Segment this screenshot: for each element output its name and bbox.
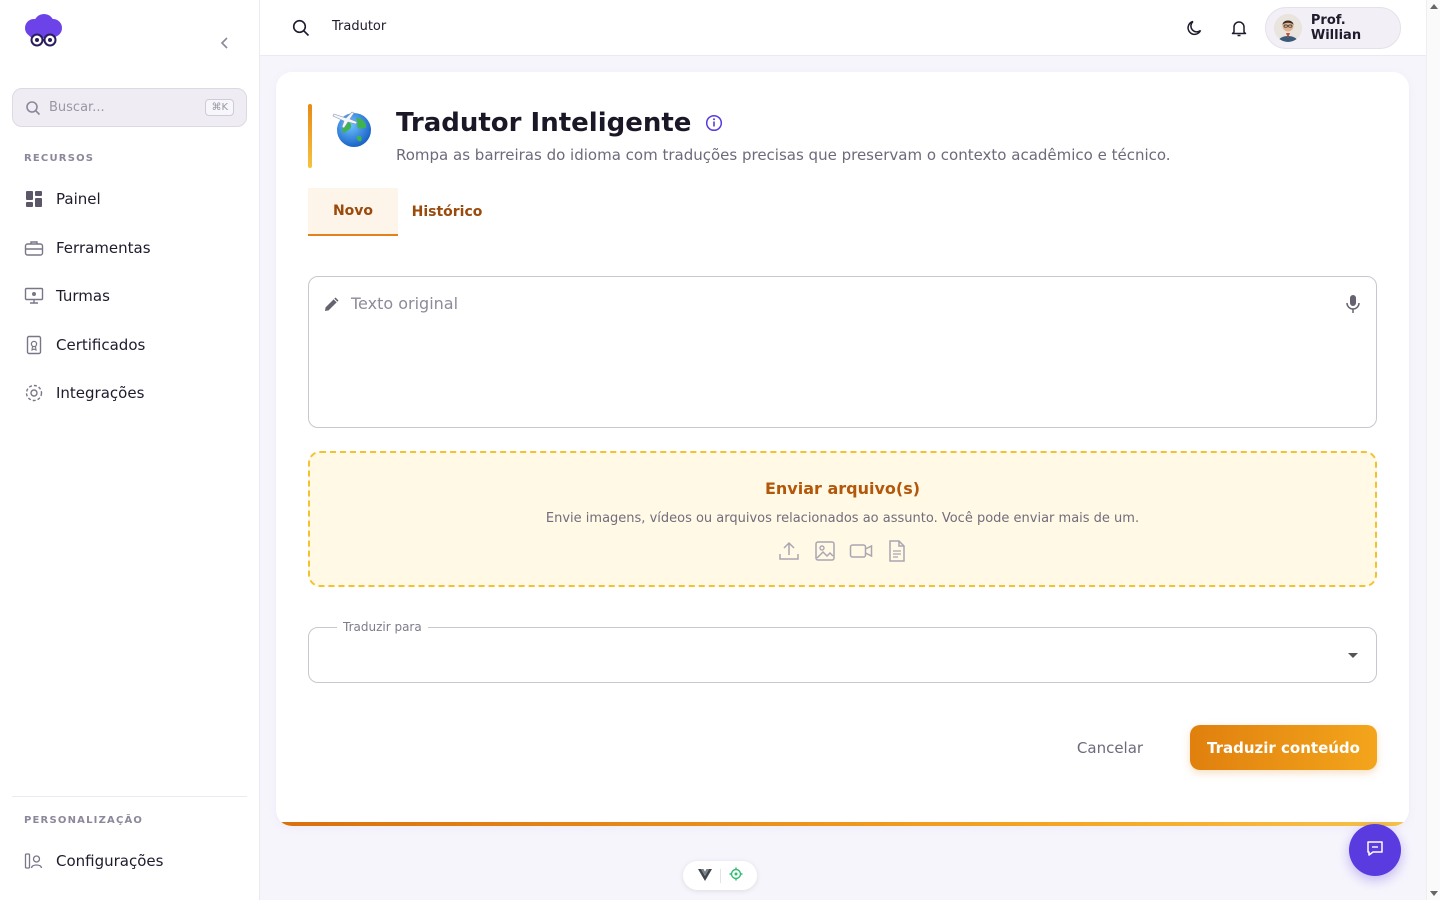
target-language-label: Traduzir para	[337, 620, 428, 634]
chat-button[interactable]	[1349, 824, 1401, 876]
search-shortcut-badge: ⌘K	[205, 99, 234, 116]
sidebar-item-certificados[interactable]: Certificados	[24, 333, 145, 357]
tab-novo[interactable]: Novo	[308, 188, 398, 236]
sidebar-divider	[12, 796, 247, 797]
sidebar-item-ferramentas[interactable]: Ferramentas	[24, 236, 151, 260]
globe-airplane-icon	[330, 104, 376, 150]
file-upload-dropzone[interactable]: Enviar arquivo(s) Envie imagens, vídeos …	[308, 451, 1377, 587]
document-icon	[885, 539, 909, 563]
classroom-icon	[24, 286, 44, 306]
vue-logo-icon[interactable]	[697, 866, 712, 885]
info-icon[interactable]	[705, 114, 723, 132]
original-text-input[interactable]: Texto original	[308, 276, 1377, 428]
page-subtitle: Rompa as barreiras do idioma com traduçõ…	[396, 146, 1171, 164]
sidebar-item-integracoes[interactable]: Integrações	[24, 381, 144, 405]
sidebar-item-painel[interactable]: Painel	[24, 187, 101, 211]
cancel-button[interactable]: Cancelar	[1048, 725, 1172, 770]
section-label-personalization: PERSONALIZAÇÃO	[24, 815, 144, 826]
user-menu[interactable]: Prof. Willian	[1265, 7, 1401, 49]
sidebar-item-label: Configurações	[56, 852, 164, 870]
upload-title: Enviar arquivo(s)	[764, 479, 921, 498]
avatar	[1274, 14, 1302, 42]
section-label-resources: RECURSOS	[24, 153, 95, 164]
sidebar-item-label: Integrações	[56, 384, 145, 402]
brand-logo-icon[interactable]	[22, 14, 64, 50]
sidebar-item-configuracoes[interactable]: Configurações	[24, 849, 163, 873]
video-camera-icon	[849, 539, 873, 563]
integrations-gear-icon	[24, 383, 44, 403]
devtools-divider	[719, 868, 721, 883]
card-bottom-accent	[276, 822, 1409, 826]
chevron-down-icon	[1348, 653, 1358, 658]
image-icon	[813, 539, 837, 563]
scroll-down-arrow-icon[interactable]	[1430, 891, 1438, 896]
upload-description: Envie imagens, vídeos ou arquivos relaci…	[545, 511, 1140, 526]
microphone-icon[interactable]	[1344, 294, 1362, 314]
dashboard-icon	[24, 189, 44, 209]
settings-users-icon	[24, 851, 44, 871]
sidebar-item-turmas[interactable]: Turmas	[24, 284, 110, 308]
global-search-icon[interactable]	[292, 19, 310, 37]
sidebar-search-input[interactable]: Buscar... ⌘K	[12, 88, 247, 127]
tabs: Novo Histórico	[308, 188, 496, 236]
scroll-up-arrow-icon[interactable]	[1430, 4, 1438, 9]
certificate-icon	[24, 335, 44, 355]
sidebar-item-label: Ferramentas	[56, 239, 151, 257]
pencil-icon	[323, 295, 341, 313]
user-name: Prof. Willian	[1310, 13, 1362, 43]
devtools-toolbar	[683, 861, 757, 890]
search-placeholder: Buscar...	[49, 100, 105, 115]
toolbox-icon	[24, 238, 44, 258]
inspect-target-icon[interactable]	[729, 866, 743, 885]
sidebar-item-label: Certificados	[56, 336, 146, 354]
page-scrollbar[interactable]	[1426, 0, 1440, 900]
original-text-placeholder: Texto original	[351, 294, 459, 313]
sidebar-item-label: Painel	[56, 190, 101, 208]
sidebar: Buscar... ⌘K RECURSOS Painel Ferramentas…	[0, 0, 260, 900]
page-title: Tradutor Inteligente	[396, 108, 692, 138]
dark-mode-moon-icon[interactable]	[1185, 18, 1205, 38]
title-accent-bar	[308, 104, 312, 168]
target-language-select[interactable]: Traduzir para	[308, 620, 1377, 683]
translate-button[interactable]: Traduzir conteúdo	[1190, 725, 1377, 770]
translator-card: Tradutor Inteligente Rompa as barreiras …	[276, 72, 1409, 826]
tab-historico[interactable]: Histórico	[398, 188, 496, 236]
topbar: Tradutor Prof. Willian	[260, 0, 1426, 56]
notifications-bell-icon[interactable]	[1229, 18, 1249, 38]
search-icon	[25, 100, 41, 116]
collapse-sidebar-chevron-left-icon[interactable]	[216, 34, 234, 52]
chat-bubble-icon	[1365, 838, 1385, 862]
sidebar-item-label: Turmas	[56, 287, 110, 305]
upload-icon	[777, 539, 801, 563]
breadcrumb: Tradutor	[332, 19, 387, 34]
